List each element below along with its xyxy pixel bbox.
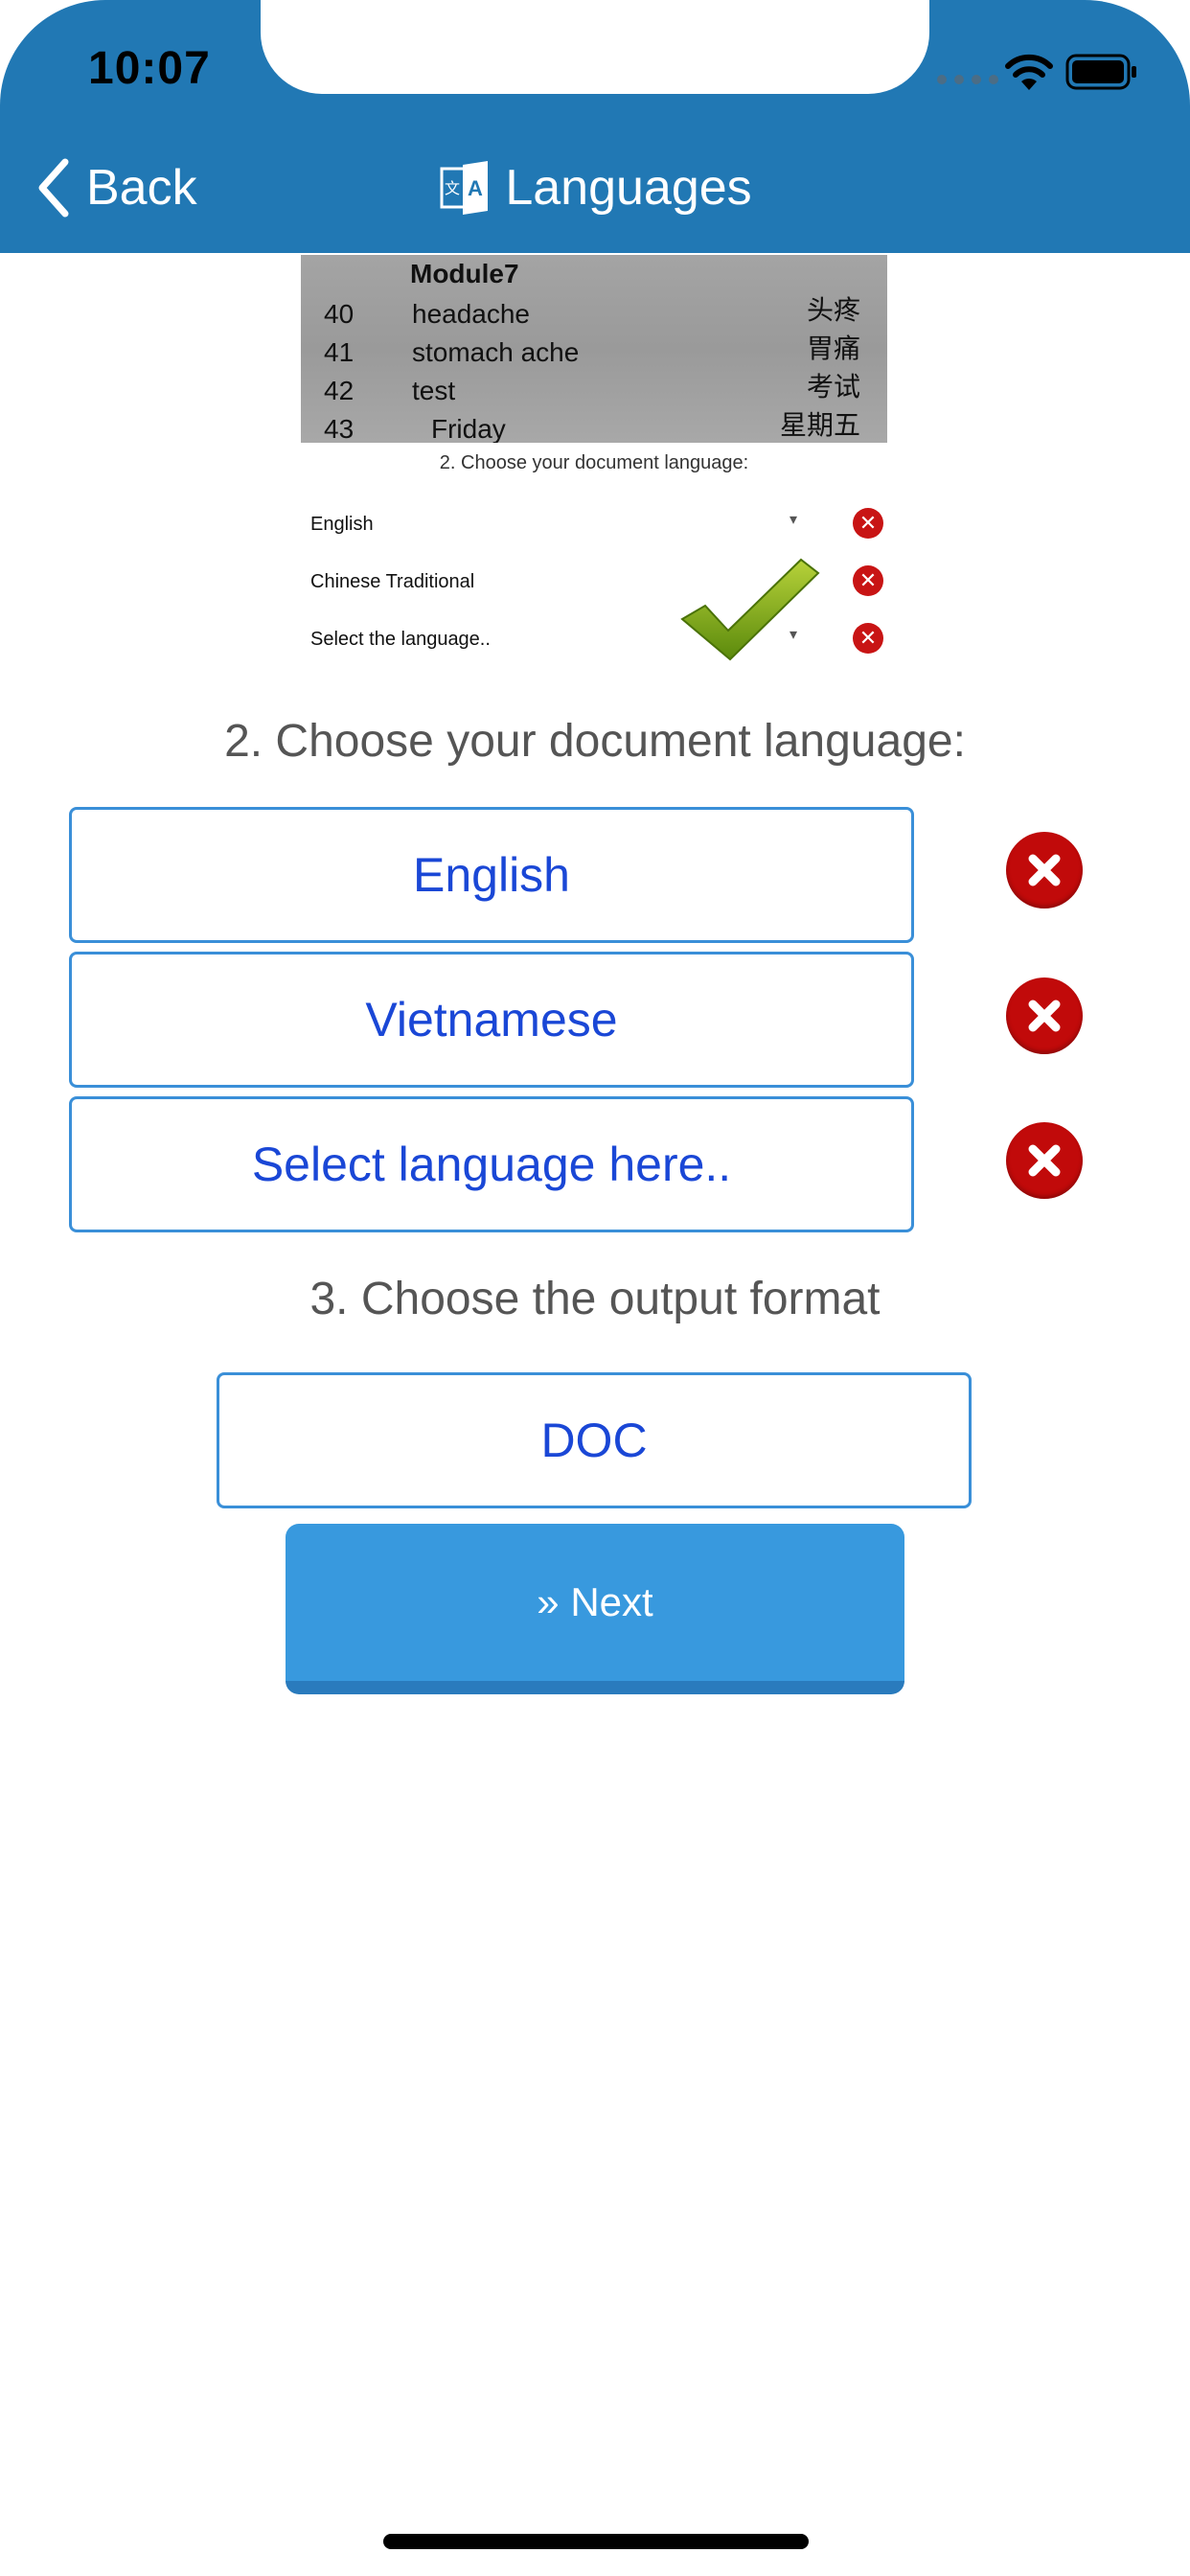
tutorial-language-label: Chinese Traditional xyxy=(310,571,475,592)
tutorial-language-label: Select the language.. xyxy=(310,629,491,650)
photo-row-chinese: 胃痛 xyxy=(806,333,860,364)
tutorial-language-row: English ▾ ✕ xyxy=(310,506,885,544)
battery-icon xyxy=(1065,54,1136,90)
photo-row-number: 43 xyxy=(324,414,355,443)
title-label: Languages xyxy=(505,160,752,216)
close-icon xyxy=(1028,1144,1061,1177)
photo-row-chinese: 星期五 xyxy=(779,409,860,441)
photo-row-number: 40 xyxy=(324,299,355,329)
language-select-1[interactable]: English xyxy=(69,807,914,943)
remove-icon: ✕ xyxy=(853,565,883,596)
photo-row-word: headache xyxy=(412,299,531,329)
tutorial-image: Module7 40 headache 头疼 41 stomach ache 胃… xyxy=(301,255,887,665)
photo-row: 43 Friday 星期五 xyxy=(324,409,860,443)
photo-row: 41 stomach ache 胃痛 xyxy=(324,333,860,376)
remove-language-3-button[interactable] xyxy=(1006,1122,1083,1199)
home-indicator xyxy=(383,2534,809,2549)
cellular-signal-icon xyxy=(937,75,998,84)
photo-row-word: stomach ache xyxy=(412,337,580,367)
photo-row-chinese: 头疼 xyxy=(806,294,860,326)
photo-row-number: 42 xyxy=(324,376,355,405)
page-title: A 文 Languages xyxy=(0,153,1190,222)
next-button[interactable]: » Next xyxy=(286,1524,904,1694)
remove-language-2-button[interactable] xyxy=(1006,978,1083,1054)
svg-text:文: 文 xyxy=(445,179,460,197)
close-icon xyxy=(1028,1000,1061,1032)
language-section-heading: 2. Choose your document language: xyxy=(224,716,966,767)
wifi-icon xyxy=(1005,54,1053,90)
language-select-3[interactable]: Select language here.. xyxy=(69,1096,914,1232)
remove-icon: ✕ xyxy=(853,508,883,539)
format-section-heading: 3. Choose the output format xyxy=(309,1274,881,1324)
language-select-2[interactable]: Vietnamese xyxy=(69,952,914,1088)
dropdown-arrow-icon: ▾ xyxy=(790,512,798,528)
device-notch xyxy=(261,0,929,94)
tutorial-language-label: English xyxy=(310,514,374,535)
translate-icon: A 文 xyxy=(440,161,489,215)
photo-row-word: test xyxy=(412,376,456,405)
photo-heading: Module7 xyxy=(410,259,519,288)
photo-row-number: 41 xyxy=(324,337,355,367)
photo-row-chinese: 考试 xyxy=(806,371,860,402)
checkmark-icon xyxy=(680,558,820,661)
output-format-select[interactable]: DOC xyxy=(217,1372,972,1508)
close-icon xyxy=(1028,854,1061,886)
remove-language-1-button[interactable] xyxy=(1006,832,1083,908)
tutorial-caption: 2. Choose your document language: xyxy=(439,452,749,473)
photo-row-word: Friday xyxy=(431,414,506,443)
vocabulary-photo: Module7 40 headache 头疼 41 stomach ache 胃… xyxy=(301,255,887,443)
remove-icon: ✕ xyxy=(853,623,883,654)
photo-row: 40 headache 头疼 xyxy=(324,294,860,337)
status-time: 10:07 xyxy=(88,43,211,94)
svg-text:A: A xyxy=(468,176,483,200)
